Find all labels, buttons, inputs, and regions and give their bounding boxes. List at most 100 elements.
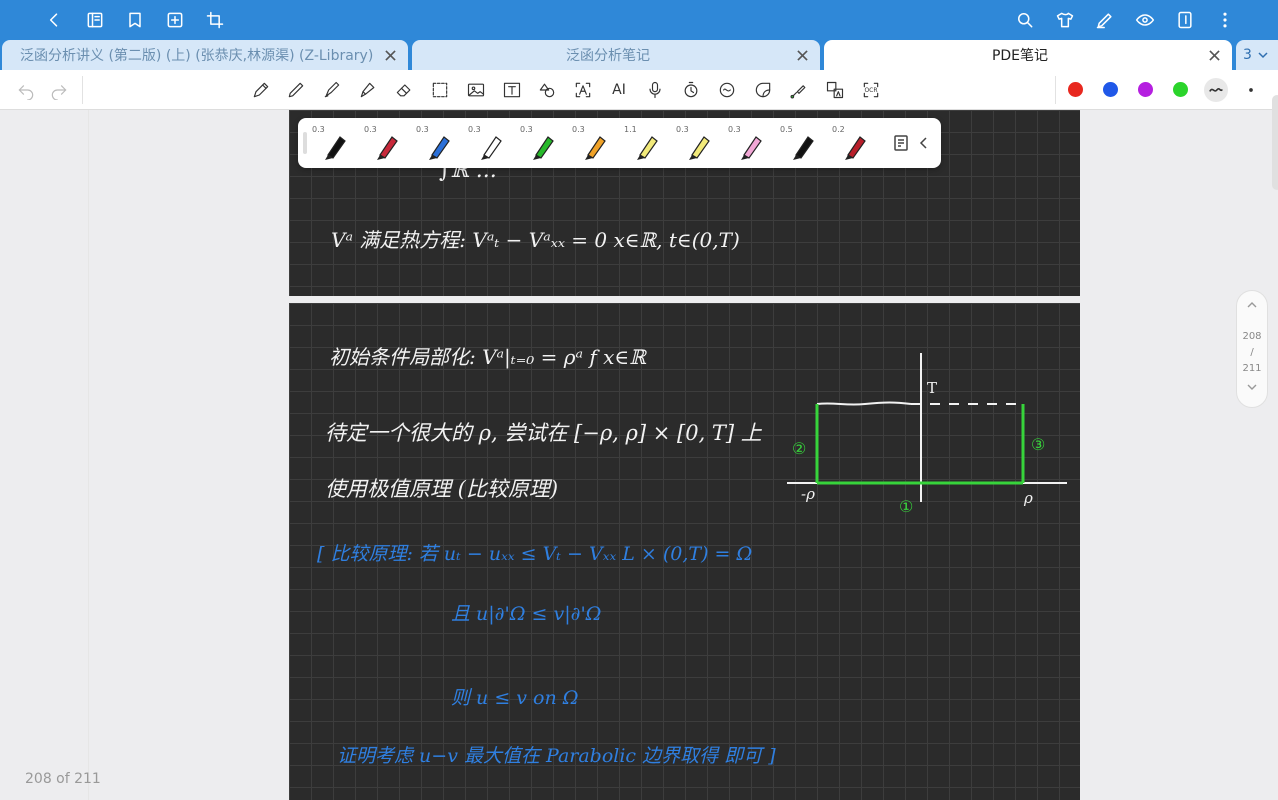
- brush-pen-icon[interactable]: [321, 79, 343, 101]
- pen-icon: [325, 136, 346, 160]
- pen-preset-6[interactable]: 0.3: [570, 123, 616, 163]
- close-icon[interactable]: [1206, 47, 1222, 63]
- image-icon[interactable]: [465, 79, 487, 101]
- pen-preset-1[interactable]: 0.3: [310, 123, 356, 163]
- pen-icon: [533, 136, 554, 160]
- total-page-number: 211: [1242, 363, 1262, 374]
- more-dot-icon[interactable]: [1240, 79, 1262, 101]
- redo-icon[interactable]: [48, 79, 70, 101]
- add-page-icon[interactable]: [163, 8, 187, 32]
- pen-icon: [585, 136, 606, 160]
- ocr-icon[interactable]: OCR: [860, 79, 882, 101]
- notebook-icon[interactable]: [83, 8, 107, 32]
- handwritten-conclusion: 则 u ≤ v on Ω: [451, 687, 579, 709]
- collapse-chevron-left-icon[interactable]: [915, 134, 933, 152]
- ballpoint-pen-icon[interactable]: [285, 79, 307, 101]
- handwritten-comparison-principle: [ 比较原理: 若 uₜ − uₓₓ ≤ Vₜ − Vₓₓ L × (0,T) …: [317, 543, 753, 565]
- handwriting-icon[interactable]: [716, 79, 738, 101]
- current-page-number[interactable]: 208: [1237, 329, 1267, 345]
- sketch-label-1: ①: [899, 497, 914, 516]
- highlighter-icon[interactable]: [357, 79, 379, 101]
- ocr-label: OCR: [864, 86, 878, 94]
- sticker-icon[interactable]: [752, 79, 774, 101]
- pen-icon: [429, 136, 450, 160]
- color-swatch-blue[interactable]: [1103, 82, 1118, 97]
- pen-icon: [481, 136, 502, 160]
- pen-preset-9[interactable]: 0.3: [726, 123, 772, 163]
- pen-preset-4[interactable]: 0.3: [466, 123, 512, 163]
- read-mode-eye-icon[interactable]: [1133, 8, 1157, 32]
- tab-pde-notes[interactable]: PDE笔记: [824, 40, 1232, 70]
- drawing-toolbar: AI OCR: [0, 70, 1278, 110]
- microphone-icon[interactable]: [644, 79, 666, 101]
- bookmark-icon[interactable]: [123, 8, 147, 32]
- color-swatch-green[interactable]: [1173, 82, 1188, 97]
- timer-icon[interactable]: [680, 79, 702, 101]
- sketch-label-2: ②: [792, 439, 807, 458]
- pen-preset-3[interactable]: 0.3: [414, 123, 460, 163]
- pen-palette: 0.3 0.3 0.3 0.3 0.3 0.3 1.1 0.3 0.3 0.5 0.2: [298, 118, 941, 168]
- translate-icon[interactable]: [824, 79, 846, 101]
- toolbar-divider: [1055, 76, 1056, 104]
- pen-icon: [637, 136, 658, 160]
- eraser-icon[interactable]: [393, 79, 415, 101]
- tab-label: 泛函分析讲义 (第二版) (上) (张恭庆,林源渠) (Z-Library): [20, 48, 374, 64]
- color-swatch-purple[interactable]: [1138, 82, 1153, 97]
- stroke-style-button[interactable]: [1204, 78, 1228, 102]
- handwritten-heat-equation: Vᵃ 满足热方程: Vᵃₜ − Vᵃₓₓ = 0 x∈ℝ, t∈(0,T): [331, 228, 740, 252]
- sketch-label-T: T: [927, 379, 938, 397]
- page-up-icon[interactable]: [1237, 299, 1267, 317]
- pen-preset-8[interactable]: 0.3: [674, 123, 720, 163]
- sketch-top-edge-curve: [816, 401, 912, 406]
- note-page-208[interactable]: 初始条件局部化: Vᵃ|ₜ₌₀ = ρᵃ f x∈ℝ 待定一个很大的 ρ, 尝试…: [289, 303, 1080, 800]
- handwritten-proof-hint: 证明考虑 u−v 最大值在 Parabolic 边界取得 即可 ]: [337, 745, 776, 767]
- page-indicator: 208 of 211: [25, 771, 101, 787]
- lasso-select-icon[interactable]: [429, 79, 451, 101]
- tab-label: PDE笔记: [991, 48, 1049, 64]
- fountain-pen-icon[interactable]: [250, 79, 272, 101]
- tab-count: 3: [1243, 47, 1252, 63]
- shape-icon[interactable]: [536, 79, 558, 101]
- tab-strip: 泛函分析讲义 (第二版) (上) (张恭庆,林源渠) (Z-Library) 泛…: [0, 40, 1278, 70]
- search-icon[interactable]: [1013, 8, 1037, 32]
- page-separator: /: [1250, 347, 1254, 358]
- handwritten-initial-condition: 初始条件局部化: Vᵃ|ₜ₌₀ = ρᵃ f x∈ℝ: [329, 345, 646, 369]
- text-box-icon[interactable]: [501, 79, 523, 101]
- close-icon[interactable]: [382, 47, 398, 63]
- palette-settings-icon[interactable]: [892, 134, 910, 152]
- sidebar-divider: [88, 110, 89, 800]
- pen-mode-icon[interactable]: [1093, 8, 1117, 32]
- app-top-bar: [0, 0, 1278, 40]
- sketch-label-3: ③: [1031, 435, 1046, 454]
- pen-preset-10[interactable]: 0.5: [778, 123, 824, 163]
- pen-preset-7[interactable]: 1.1: [622, 123, 668, 163]
- pen-icon: [793, 136, 814, 160]
- back-icon[interactable]: [42, 8, 66, 32]
- tab-functional-analysis-book[interactable]: 泛函分析讲义 (第二版) (上) (张恭庆,林源渠) (Z-Library): [2, 40, 408, 70]
- pen-preset-2[interactable]: 0.3: [362, 123, 408, 163]
- page-down-icon[interactable]: [1237, 381, 1267, 399]
- ai-assistant-button[interactable]: AI: [608, 79, 630, 101]
- pen-preset-11[interactable]: 0.2: [830, 123, 876, 163]
- close-icon[interactable]: [794, 47, 810, 63]
- toolbar-divider: [82, 76, 83, 104]
- pen-icon: [741, 136, 762, 160]
- laser-pointer-icon[interactable]: [788, 79, 810, 101]
- sketch-label-neg-rho: -ρ: [801, 485, 815, 503]
- undo-icon[interactable]: [15, 79, 37, 101]
- ai-label: AI: [612, 82, 626, 98]
- tab-functional-analysis-notes[interactable]: 泛函分析笔记: [412, 40, 820, 70]
- pen-icon: [377, 136, 398, 160]
- crop-icon[interactable]: [203, 8, 227, 32]
- palette-drag-handle[interactable]: [303, 132, 307, 154]
- split-view-icon[interactable]: [1173, 8, 1197, 32]
- tab-count-button[interactable]: 3: [1236, 40, 1278, 70]
- color-swatch-red[interactable]: [1068, 82, 1083, 97]
- tab-label: 泛函分析笔记: [566, 48, 650, 64]
- more-vertical-icon[interactable]: [1213, 8, 1237, 32]
- pen-preset-5[interactable]: 0.3: [518, 123, 564, 163]
- pen-icon: [845, 136, 866, 160]
- theme-shirt-icon[interactable]: [1053, 8, 1077, 32]
- side-panel-handle[interactable]: [1272, 95, 1278, 190]
- text-recognition-icon[interactable]: [572, 79, 594, 101]
